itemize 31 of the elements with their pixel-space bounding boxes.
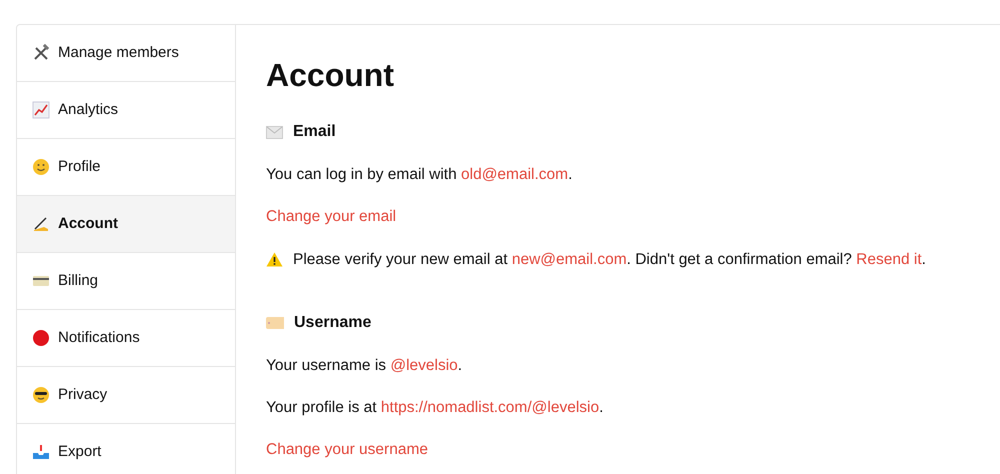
sidebar-item[interactable]: Account: [17, 196, 235, 253]
chart-icon: [32, 101, 50, 119]
info-text: You can log in by email with old@email.com.: [266, 165, 574, 185]
circle-icon: [32, 329, 50, 347]
section-heading: Username: [294, 312, 372, 333]
action-link[interactable]: Change your username: [266, 441, 428, 458]
text-link[interactable]: https://nomadlist.com/@levelsio: [380, 399, 600, 416]
writing-hand-icon: [32, 215, 50, 233]
text-link[interactable]: @levelsio: [390, 356, 458, 374]
tag-icon: [266, 316, 284, 329]
sidebar-item[interactable]: Notifications: [17, 310, 235, 367]
warning-icon: [266, 252, 283, 267]
text-link[interactable]: Resend it: [856, 250, 922, 268]
sunglasses-face-icon: [32, 386, 50, 404]
sidebar-item[interactable]: Analytics: [17, 82, 235, 139]
sidebar-item[interactable]: Manage members: [17, 25, 235, 82]
sidebar-item[interactable]: Privacy: [17, 367, 235, 424]
info-text: Your username is @levelsio.: [266, 356, 464, 376]
text-link[interactable]: new@email.com: [512, 250, 627, 268]
inbox-tray-icon: [32, 443, 50, 461]
text-link[interactable]: old@email.com: [461, 166, 568, 183]
envelope-icon: [266, 126, 283, 138]
smiley-icon: [32, 158, 50, 176]
info-text: Your profile is at https://nomadlist.com/@levelsio.: [266, 398, 604, 418]
warning-message: Please verify your new email at new@email.com. Didn't get a confirmation email? Resend it.: [293, 250, 926, 270]
sidebar-item[interactable]: Export: [17, 424, 235, 474]
section-heading: Email: [293, 122, 336, 142]
tools-icon: [32, 44, 50, 62]
sidebar-item[interactable]: Billing: [17, 253, 235, 310]
action-link[interactable]: Change your email: [266, 208, 396, 226]
page-title: Account: [266, 59, 395, 91]
